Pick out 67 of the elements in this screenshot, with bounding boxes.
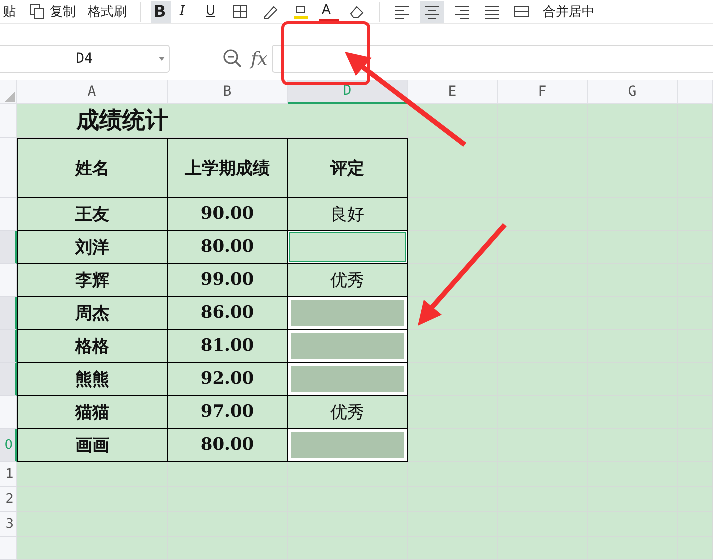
- empty-cell[interactable]: [498, 231, 588, 264]
- empty-cell[interactable]: [678, 104, 713, 138]
- triangle-icon: [5, 92, 15, 102]
- align-icon: [423, 4, 441, 20]
- empty-cell[interactable]: [288, 104, 408, 138]
- table-cell: 王友: [17, 198, 168, 231]
- row-header[interactable]: [0, 231, 17, 264]
- table-cell: 刘洋: [17, 231, 168, 264]
- font-color-button[interactable]: A: [319, 2, 339, 22]
- table-cell: 猫猫: [17, 396, 168, 429]
- column-header[interactable]: A: [17, 80, 168, 104]
- empty-cell[interactable]: [288, 462, 408, 487]
- copy-button[interactable]: 复制: [26, 0, 79, 22]
- row-header[interactable]: 2: [0, 487, 17, 512]
- table-cell[interactable]: 优秀: [288, 264, 408, 297]
- row-header[interactable]: 3: [0, 512, 17, 537]
- table-cell: 周杰: [17, 297, 168, 330]
- empty-cell[interactable]: [168, 462, 288, 487]
- table-cell[interactable]: 优秀: [288, 396, 408, 429]
- column-header[interactable]: B: [168, 80, 288, 104]
- zoom-icon[interactable]: [223, 49, 243, 69]
- align-icon: [453, 4, 471, 20]
- table-cell[interactable]: 良好: [288, 198, 408, 231]
- column-header[interactable]: E: [408, 80, 498, 104]
- table-cell: 李辉: [17, 264, 168, 297]
- header-cell: 姓名: [17, 138, 168, 198]
- row-header[interactable]: [0, 363, 17, 396]
- table-cell[interactable]: [288, 297, 408, 330]
- format-painter-button[interactable]: 格式刷: [85, 0, 130, 22]
- empty-cell[interactable]: [498, 104, 588, 138]
- table-cell[interactable]: [288, 363, 408, 396]
- row-header[interactable]: 1: [0, 462, 17, 487]
- column-header[interactable]: [678, 80, 713, 104]
- column-header[interactable]: F: [498, 80, 588, 104]
- table-cell: 格格: [17, 330, 168, 363]
- table-cell[interactable]: [288, 231, 408, 264]
- column-header[interactable]: G: [588, 80, 678, 104]
- row-header[interactable]: [0, 330, 17, 363]
- align-button[interactable]: [420, 0, 444, 22]
- underline-button[interactable]: U: [203, 0, 223, 22]
- align-icon: [483, 4, 501, 20]
- name-box[interactable]: D4: [0, 45, 170, 73]
- border-icon: [232, 4, 250, 20]
- table-cell[interactable]: [288, 429, 408, 462]
- table-cell: 熊熊: [17, 363, 168, 396]
- select-all-corner[interactable]: [0, 80, 17, 104]
- italic-button[interactable]: I: [177, 0, 197, 22]
- sheet-title: 成绩统计: [17, 104, 288, 138]
- formula-input[interactable]: [272, 45, 713, 73]
- merge-center-button[interactable]: 合并居中: [540, 0, 598, 22]
- copy-icon: [29, 4, 47, 20]
- function-label[interactable]: fx: [251, 48, 268, 70]
- empty-cell[interactable]: [408, 138, 498, 198]
- eraser-icon: [348, 4, 366, 20]
- table-cell: 画画: [17, 429, 168, 462]
- empty-cell[interactable]: [408, 462, 498, 487]
- paste-button[interactable]: 贴: [0, 0, 20, 22]
- align-icon: [393, 4, 411, 20]
- header-cell: 上学期成绩: [168, 138, 288, 198]
- fill-color-icon: [292, 4, 310, 20]
- empty-cell[interactable]: [408, 104, 498, 138]
- bold-button[interactable]: B: [151, 0, 171, 22]
- table-cell[interactable]: [288, 330, 408, 363]
- pen-icon: [262, 4, 280, 20]
- empty-cell[interactable]: [588, 104, 678, 138]
- row-header[interactable]: [0, 297, 17, 330]
- distribute-icon: [513, 4, 531, 20]
